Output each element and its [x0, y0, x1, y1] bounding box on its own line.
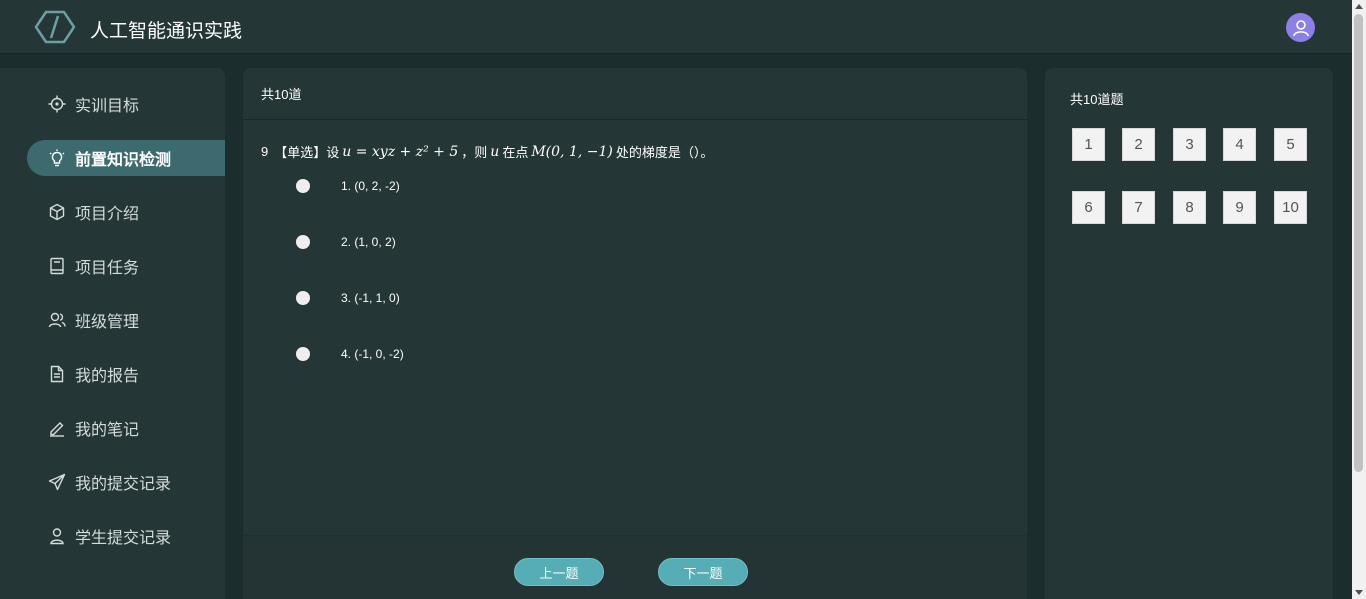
- navigator-title: 共10道题: [1070, 92, 1124, 107]
- sidebar-item-my-report[interactable]: 我的报告: [27, 356, 225, 392]
- users-icon: [47, 310, 67, 330]
- option-item[interactable]: 4. (-1, 0, -2): [296, 344, 404, 364]
- sidebar-item-label: 项目任务: [75, 260, 140, 277]
- app-title: 人工智能通识实践: [90, 21, 243, 42]
- cube-icon: [47, 202, 67, 222]
- question-type: 【单选】: [274, 145, 327, 160]
- question-point: M(0, 1, −1): [531, 143, 613, 160]
- question-number-button[interactable]: 2: [1122, 128, 1155, 161]
- question-footer: 上一题 下一题: [243, 535, 1027, 599]
- question-number-button[interactable]: 8: [1173, 191, 1206, 224]
- question-middle2: 在点: [502, 145, 529, 160]
- sidebar-item-label: 实训目标: [75, 98, 140, 115]
- sidebar-item-training-goal[interactable]: 实训目标: [27, 86, 225, 122]
- question-number: 9: [261, 144, 269, 159]
- question-number-button[interactable]: 5: [1274, 128, 1307, 161]
- sidebar: 实训目标 前置知识检测 项目介绍 项目任务 班级管理 我的报告 我的笔记 我的提…: [0, 68, 225, 599]
- radio-button[interactable]: [296, 179, 310, 193]
- option-label: 1. (0, 2, -2): [341, 179, 400, 193]
- send-icon: [47, 472, 67, 492]
- sidebar-item-label: 我的报告: [75, 368, 140, 385]
- option-item[interactable]: 2. (1, 0, 2): [296, 232, 404, 252]
- sidebar-item-my-submissions[interactable]: 我的提交记录: [27, 464, 225, 500]
- hexagon-logo-icon: [34, 10, 78, 44]
- user-avatar-icon[interactable]: [1286, 13, 1315, 42]
- sidebar-item-prerequisite-test[interactable]: 前置知识检测: [27, 140, 225, 176]
- sidebar-item-label: 班级管理: [75, 314, 140, 331]
- target-icon: [47, 94, 67, 114]
- sidebar-item-class-management[interactable]: 班级管理: [27, 302, 225, 338]
- question-card-header: 共10道: [243, 68, 1027, 120]
- question-number-button[interactable]: 4: [1223, 128, 1256, 161]
- sidebar-item-label: 项目介绍: [75, 206, 140, 223]
- top-header: 人工智能通识实践: [0, 0, 1352, 54]
- pen-icon: [47, 418, 67, 438]
- option-label: 4. (-1, 0, -2): [341, 347, 404, 361]
- scroll-down-arrow-icon[interactable]: [1355, 590, 1363, 595]
- option-item[interactable]: 3. (-1, 1, 0): [296, 288, 404, 308]
- clipboard-icon: [47, 256, 67, 276]
- page-scrollbar[interactable]: [1352, 0, 1366, 599]
- sidebar-item-label: 前置知识检测: [75, 152, 172, 169]
- sidebar-item-my-notes[interactable]: 我的笔记: [27, 410, 225, 446]
- scroll-thumb[interactable]: [1354, 14, 1363, 472]
- question-number-button[interactable]: 1: [1072, 128, 1105, 161]
- question-card: 共10道 9 【单选】 设 u = xyz + z² + 5 ，则 u 在点 M…: [243, 68, 1027, 599]
- radio-button[interactable]: [296, 347, 310, 361]
- radio-button[interactable]: [296, 235, 310, 249]
- prev-question-button[interactable]: 上一题: [514, 558, 604, 586]
- question-number-button[interactable]: 6: [1072, 191, 1105, 224]
- next-question-button[interactable]: 下一题: [658, 558, 748, 586]
- student-icon: [47, 526, 67, 546]
- sidebar-item-label: 学生提交记录: [75, 530, 172, 547]
- question-navigator: 共10道题 1 2 3 4 5 6 7 8 9 10: [1045, 68, 1333, 599]
- question-variable: u: [490, 143, 500, 160]
- sidebar-item-label: 我的提交记录: [75, 476, 172, 493]
- question-text: 9 【单选】 设 u = xyz + z² + 5 ，则 u 在点 M(0, 1…: [261, 142, 713, 161]
- sidebar-item-student-submissions[interactable]: 学生提交记录: [27, 518, 225, 554]
- question-number-button[interactable]: 10: [1274, 191, 1307, 224]
- sidebar-item-project-intro[interactable]: 项目介绍: [27, 194, 225, 230]
- radio-button[interactable]: [296, 291, 310, 305]
- option-label: 2. (1, 0, 2): [341, 235, 396, 249]
- question-middle: ，则: [461, 145, 488, 160]
- scroll-up-arrow-icon[interactable]: [1355, 4, 1363, 9]
- question-number-button[interactable]: 7: [1122, 191, 1155, 224]
- question-number-button[interactable]: 9: [1223, 191, 1256, 224]
- question-count: 共10道: [261, 87, 302, 102]
- question-prefix: 设: [326, 145, 340, 160]
- question-number-button[interactable]: 3: [1173, 128, 1206, 161]
- sidebar-item-label: 我的笔记: [75, 422, 140, 439]
- question-formula: u = xyz + z² + 5: [342, 143, 459, 160]
- option-label: 3. (-1, 1, 0): [341, 291, 400, 305]
- lightbulb-icon: [47, 148, 67, 168]
- sidebar-item-project-tasks[interactable]: 项目任务: [27, 248, 225, 284]
- option-list: 1. (0, 2, -2) 2. (1, 0, 2) 3. (-1, 1, 0)…: [296, 176, 404, 400]
- question-suffix: 处的梯度是（）。: [615, 145, 714, 160]
- option-item[interactable]: 1. (0, 2, -2): [296, 176, 404, 196]
- document-icon: [47, 364, 67, 384]
